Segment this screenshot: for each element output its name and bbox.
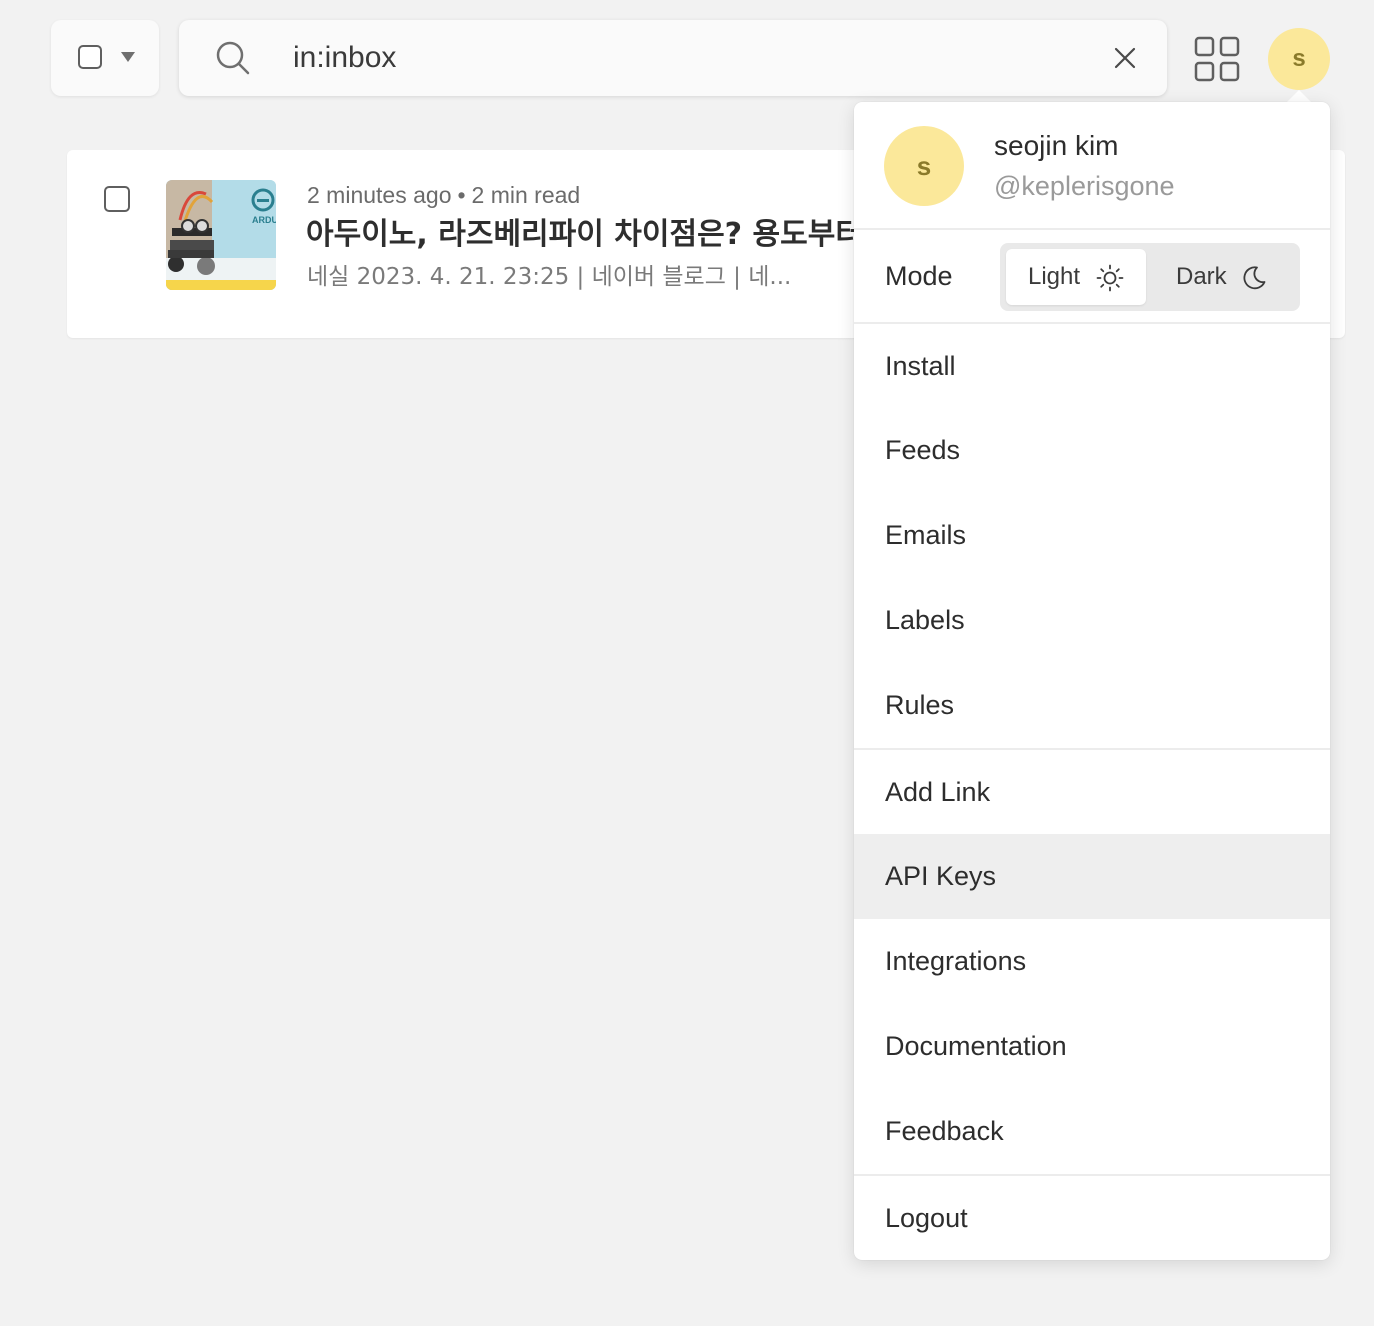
mode-row: Mode Light Dark — [854, 230, 1330, 324]
close-icon[interactable] — [1113, 46, 1137, 74]
menu-item-add-link[interactable]: Add Link — [854, 750, 1330, 835]
article-time: 2 minutes ago — [307, 182, 452, 208]
menu-item-logout[interactable]: Logout — [854, 1176, 1330, 1261]
menu-item-rules[interactable]: Rules — [854, 663, 1330, 748]
menu-item-feeds[interactable]: Feeds — [854, 408, 1330, 493]
article-title[interactable]: 아두이노, 라즈베리파이 차이점은? 용도부터 — [306, 214, 863, 256]
mode-light-button[interactable]: Light — [1006, 249, 1146, 305]
article-checkbox[interactable] — [104, 186, 130, 212]
search-input[interactable]: in:inbox — [293, 38, 396, 78]
account-menu: s seojin kim @keplerisgone Mode Light Da… — [854, 102, 1330, 1260]
mode-dark-button[interactable]: Dark — [1162, 249, 1294, 305]
mode-light-label: Light — [1028, 263, 1081, 290]
profile-header: s seojin kim @keplerisgone — [854, 102, 1330, 230]
mode-switch: Light Dark — [1000, 243, 1300, 311]
svg-text:ARDU: ARDU — [252, 215, 276, 225]
select-all-checkbox[interactable] — [78, 45, 102, 69]
moon-icon — [1243, 266, 1266, 290]
user-name: seojin kim — [994, 130, 1119, 161]
caret-down-icon[interactable] — [121, 52, 135, 62]
menu-item-emails[interactable]: Emails — [854, 493, 1330, 578]
article-meta: 2 minutes ago • 2 min read — [307, 179, 580, 211]
article-snippet: 네실 2023. 4. 21. 23:25 | 네이버 블로그 | 네... — [307, 264, 792, 290]
menu-item-labels[interactable]: Labels — [854, 578, 1330, 663]
grid-icon[interactable] — [1194, 36, 1240, 86]
menu-item-install[interactable]: Install — [854, 324, 1330, 409]
article-thumbnail: ARDU — [166, 180, 276, 290]
profile-avatar: s — [884, 126, 964, 206]
mode-dark-label: Dark — [1176, 263, 1227, 290]
article-read-time: 2 min read — [471, 182, 581, 208]
search-bar[interactable]: in:inbox — [179, 20, 1167, 96]
bulk-select-control[interactable] — [51, 20, 159, 96]
avatar[interactable]: s — [1268, 28, 1330, 90]
mode-label: Mode — [885, 261, 953, 291]
sun-icon — [1096, 264, 1124, 292]
meta-separator: • — [457, 182, 466, 208]
menu-item-integrations[interactable]: Integrations — [854, 919, 1330, 1004]
menu-item-documentation[interactable]: Documentation — [854, 1004, 1330, 1089]
user-handle: @keplerisgone — [994, 171, 1175, 201]
menu-item-api-keys[interactable]: API Keys — [854, 834, 1330, 919]
menu-item-feedback[interactable]: Feedback — [854, 1089, 1330, 1174]
search-icon — [215, 40, 251, 80]
